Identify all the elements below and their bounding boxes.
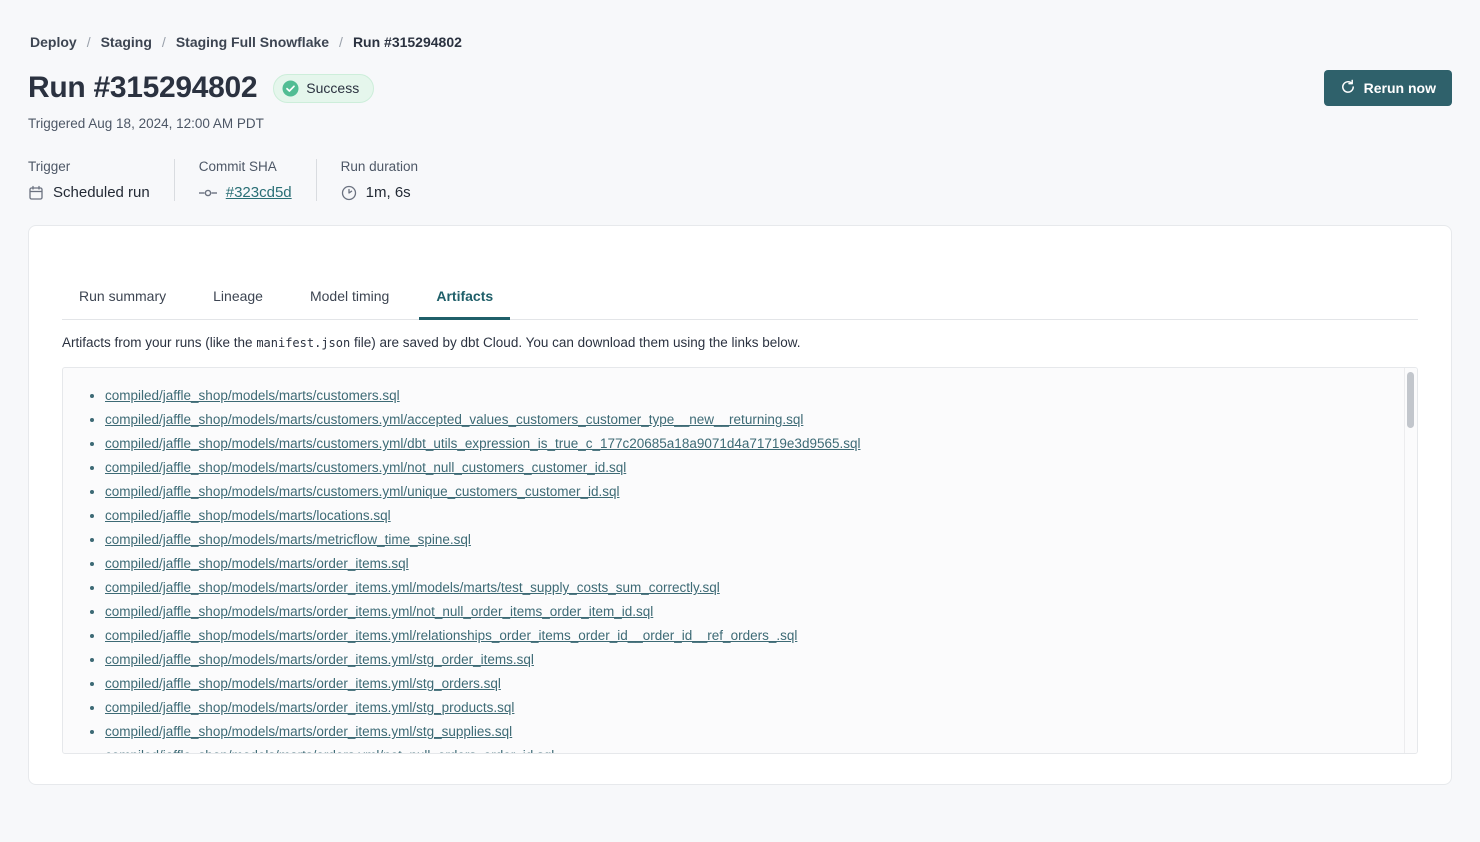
artifact-list-item: compiled/jaffle_shop/models/marts/order_… (105, 624, 1397, 648)
tab-artifacts[interactable]: Artifacts (419, 278, 510, 320)
breadcrumb-staging[interactable]: Staging (101, 34, 152, 50)
meta-commit-label: Commit SHA (199, 159, 292, 174)
run-detail-card: Run summary Lineage Model timing Artifac… (28, 225, 1452, 785)
meta-trigger-label: Trigger (28, 159, 150, 174)
artifact-list-item: compiled/jaffle_shop/models/marts/order_… (105, 576, 1397, 600)
status-badge-label: Success (306, 80, 359, 96)
clock-icon (341, 185, 357, 201)
meta-trigger: Trigger Scheduled run (28, 159, 150, 201)
artifact-file-link[interactable]: compiled/jaffle_shop/models/marts/order_… (105, 628, 797, 643)
artifact-file-link[interactable]: compiled/jaffle_shop/models/marts/custom… (105, 460, 626, 475)
rerun-now-label: Rerun now (1364, 80, 1436, 96)
artifact-list-item: compiled/jaffle_shop/models/marts/custom… (105, 408, 1397, 432)
artifacts-description-prefix: Artifacts from your runs (like the (62, 335, 256, 350)
artifact-list-item: compiled/jaffle_shop/models/marts/metric… (105, 528, 1397, 552)
calendar-icon (28, 185, 44, 201)
tab-lineage[interactable]: Lineage (196, 278, 280, 320)
artifact-list-item: compiled/jaffle_shop/models/marts/custom… (105, 456, 1397, 480)
artifact-list-item: compiled/jaffle_shop/models/marts/custom… (105, 432, 1397, 456)
artifact-file-link[interactable]: compiled/jaffle_shop/models/marts/order_… (105, 676, 501, 691)
commit-icon (199, 187, 217, 199)
run-detail-page: Deploy / Staging / Staging Full Snowflak… (0, 34, 1480, 785)
artifact-file-link[interactable]: compiled/jaffle_shop/models/marts/order_… (105, 724, 512, 739)
artifact-file-link[interactable]: compiled/jaffle_shop/models/marts/order_… (105, 700, 514, 715)
breadcrumb-current-run: Run #315294802 (353, 34, 462, 50)
artifact-file-link[interactable]: compiled/jaffle_shop/models/marts/order_… (105, 580, 720, 595)
meta-duration-value: 1m, 6s (366, 184, 411, 201)
meta-commit: Commit SHA #323cd5d (199, 159, 292, 201)
breadcrumb-separator: / (87, 34, 91, 50)
page-title: Run #315294802 (28, 71, 257, 105)
breadcrumb-separator: / (162, 34, 166, 50)
breadcrumb: Deploy / Staging / Staging Full Snowflak… (28, 34, 1452, 50)
status-badge: Success (273, 74, 374, 103)
meta-duration: Run duration 1m, 6s (341, 159, 418, 201)
artifact-list-item: compiled/jaffle_shop/models/marts/order_… (105, 648, 1397, 672)
artifact-file-link[interactable]: compiled/jaffle_shop/models/marts/custom… (105, 436, 861, 451)
artifact-file-link[interactable]: compiled/jaffle_shop/models/marts/custom… (105, 388, 400, 403)
artifacts-description-code: manifest.json (256, 336, 350, 350)
meta-duration-label: Run duration (341, 159, 418, 174)
artifact-list-item: compiled/jaffle_shop/models/marts/order_… (105, 696, 1397, 720)
commit-sha-link[interactable]: #323cd5d (226, 184, 292, 201)
artifact-list-item: compiled/jaffle_shop/models/marts/order_… (105, 720, 1397, 744)
artifact-list-item: compiled/jaffle_shop/models/marts/order_… (105, 552, 1397, 576)
breadcrumb-staging-full-snowflake[interactable]: Staging Full Snowflake (176, 34, 329, 50)
breadcrumb-deploy[interactable]: Deploy (30, 34, 77, 50)
artifact-file-link[interactable]: compiled/jaffle_shop/models/marts/custom… (105, 484, 619, 499)
artifact-file-link[interactable]: compiled/jaffle_shop/models/marts/metric… (105, 532, 471, 547)
meta-divider (316, 159, 317, 201)
artifact-file-link[interactable]: compiled/jaffle_shop/models/marts/order_… (105, 652, 534, 667)
artifact-list-box: compiled/jaffle_shop/models/marts/custom… (62, 367, 1418, 754)
header: Run #315294802 Success Rerun now (28, 70, 1452, 106)
artifact-list-item: compiled/jaffle_shop/models/marts/order_… (105, 600, 1397, 624)
artifact-list-item: compiled/jaffle_shop/models/marts/locati… (105, 504, 1397, 528)
artifact-file-link[interactable]: compiled/jaffle_shop/models/marts/locati… (105, 508, 391, 523)
meta-divider (174, 159, 175, 201)
check-circle-icon (282, 80, 299, 97)
meta-trigger-value: Scheduled run (53, 184, 150, 201)
breadcrumb-separator: / (339, 34, 343, 50)
artifact-file-link[interactable]: compiled/jaffle_shop/models/marts/order_… (105, 604, 653, 619)
artifact-list-item: compiled/jaffle_shop/models/marts/orders… (105, 744, 1397, 753)
tab-bar: Run summary Lineage Model timing Artifac… (62, 278, 1418, 320)
artifacts-description: Artifacts from your runs (like the manif… (62, 335, 1418, 350)
artifact-file-link[interactable]: compiled/jaffle_shop/models/marts/order_… (105, 556, 409, 571)
scrollbar-track[interactable] (1404, 368, 1417, 753)
artifact-list-scroll-area: compiled/jaffle_shop/models/marts/custom… (63, 368, 1417, 753)
artifact-list-item: compiled/jaffle_shop/models/marts/custom… (105, 480, 1397, 504)
artifact-list-item: compiled/jaffle_shop/models/marts/custom… (105, 384, 1397, 408)
artifact-file-link[interactable]: compiled/jaffle_shop/models/marts/custom… (105, 412, 803, 427)
rerun-now-button[interactable]: Rerun now (1324, 70, 1452, 106)
run-meta: Trigger Scheduled run Commit SHA (28, 159, 1452, 201)
artifact-list-item: compiled/jaffle_shop/models/marts/order_… (105, 672, 1397, 696)
scrollbar-thumb[interactable] (1407, 372, 1414, 428)
artifacts-description-suffix: file) are saved by dbt Cloud. You can do… (350, 335, 800, 350)
artifact-file-link[interactable]: compiled/jaffle_shop/models/marts/orders… (105, 748, 554, 753)
tab-model-timing[interactable]: Model timing (293, 278, 406, 320)
artifact-list: compiled/jaffle_shop/models/marts/custom… (105, 384, 1397, 753)
refresh-icon (1340, 79, 1356, 98)
triggered-timestamp: Triggered Aug 18, 2024, 12:00 AM PDT (28, 116, 1452, 131)
tab-run-summary[interactable]: Run summary (62, 278, 183, 320)
